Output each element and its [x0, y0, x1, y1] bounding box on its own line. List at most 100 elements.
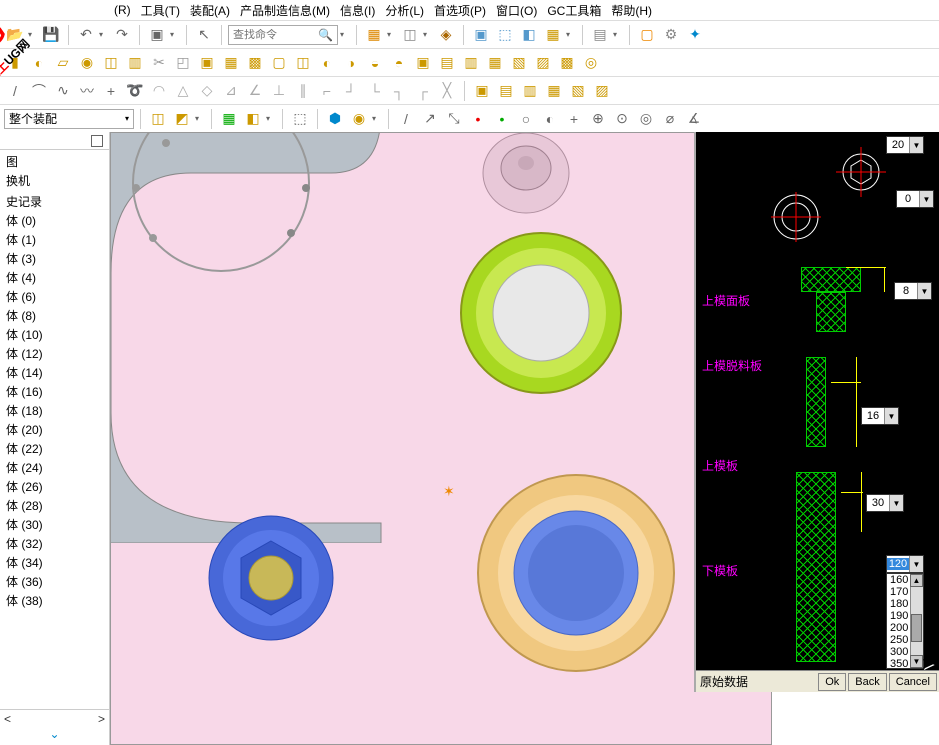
tree-item-body[interactable]: 体 (10) [2, 325, 107, 344]
g2-icon[interactable]: ▤ [495, 80, 517, 102]
g5-icon[interactable]: ▧ [567, 80, 589, 102]
dropdown-icon[interactable]: ▾ [170, 30, 180, 39]
p13-icon[interactable]: ∡ [683, 108, 705, 130]
a4-icon[interactable]: ◧ [242, 108, 264, 130]
tree-item-body[interactable]: 体 (0) [2, 211, 107, 230]
menu-r[interactable]: (R) [110, 1, 135, 19]
p2-icon[interactable]: ↗ [419, 108, 441, 130]
cube13-icon[interactable]: ▦ [484, 52, 506, 74]
curve6-icon[interactable]: ⊥ [268, 80, 290, 102]
dropdown-icon[interactable]: ▾ [99, 30, 109, 39]
menu-assembly[interactable]: 装配(A) [186, 0, 234, 20]
helix-icon[interactable]: ➰ [124, 80, 146, 102]
search-input[interactable] [233, 29, 318, 41]
shell-icon[interactable]: ◰ [172, 52, 194, 74]
collapse-chevron-icon[interactable]: ⌄ [0, 727, 109, 745]
dropdown-icon[interactable]: ▾ [372, 114, 382, 123]
param-combo-c5[interactable]: 30▼ [866, 494, 904, 512]
dropdown-icon[interactable]: ▾ [566, 30, 576, 39]
cube4-icon[interactable]: ▦ [542, 24, 564, 46]
a6-icon[interactable]: ⬢ [324, 108, 346, 130]
dropdown-icon[interactable]: ▾ [28, 30, 38, 39]
dropdown-icon[interactable]: ▼ [919, 191, 933, 207]
star-icon[interactable]: ✦ [684, 24, 706, 46]
box-icon[interactable]: ▢ [636, 24, 658, 46]
open-icon[interactable]: 📂 [4, 24, 26, 46]
cube6-icon[interactable]: ◐ [316, 52, 338, 74]
cube8-icon[interactable]: ◒ [364, 52, 386, 74]
curve2-icon[interactable]: △ [172, 80, 194, 102]
dropdown-icon[interactable]: ▼ [884, 408, 898, 424]
menu-gc-toolbox[interactable]: GC工具箱 [543, 0, 605, 20]
param-combo-c3[interactable]: 8▼ [894, 282, 932, 300]
dropdown-icon[interactable]: ▾ [195, 114, 205, 123]
tree-item-body[interactable]: 体 (6) [2, 287, 107, 306]
cube14-icon[interactable]: ▧ [508, 52, 530, 74]
dropdown-icon[interactable]: ▾ [340, 30, 350, 39]
curve10-icon[interactable]: └ [364, 80, 386, 102]
scroll-up-icon[interactable]: ▲ [910, 574, 923, 587]
scroll-left-icon[interactable]: < [4, 712, 11, 726]
param-combo-c2[interactable]: 0▼ [896, 190, 934, 208]
p6-icon[interactable]: ○ [515, 108, 537, 130]
point-icon[interactable]: + [100, 80, 122, 102]
block-icon[interactable]: ◫ [399, 24, 421, 46]
a7-icon[interactable]: ◉ [348, 108, 370, 130]
dropdown-icon[interactable]: ▾ [266, 114, 276, 123]
g6-icon[interactable]: ▨ [591, 80, 613, 102]
tree-item[interactable]: 图 [2, 152, 107, 171]
p7-icon[interactable]: ◐ [539, 108, 561, 130]
param-combo-c4[interactable]: 16▼ [861, 407, 899, 425]
tree-item-body[interactable]: 体 (22) [2, 439, 107, 458]
tree-item-body[interactable]: 体 (38) [2, 591, 107, 610]
p10-icon[interactable]: ⊙ [611, 108, 633, 130]
p12-icon[interactable]: ⌀ [659, 108, 681, 130]
curve8-icon[interactable]: ⌐ [316, 80, 338, 102]
tree-item-body[interactable]: 体 (3) [2, 249, 107, 268]
select-icon[interactable]: ↖ [193, 24, 215, 46]
param-combo-c6[interactable]: 120▼ [886, 555, 924, 573]
tree-item-body[interactable]: 体 (28) [2, 496, 107, 515]
cube4-icon[interactable]: ▢ [268, 52, 290, 74]
cube3-icon[interactable]: ◧ [518, 24, 540, 46]
layer-icon[interactable]: ▤ [589, 24, 611, 46]
cube9-icon[interactable]: ◓ [388, 52, 410, 74]
line-icon[interactable]: / [4, 80, 26, 102]
spline-icon[interactable]: 〰 [76, 80, 98, 102]
a2-icon[interactable]: ◩ [171, 108, 193, 130]
undo-icon[interactable]: ↶ [75, 24, 97, 46]
mirror-icon[interactable]: ▥ [124, 52, 146, 74]
scroll-right-icon[interactable]: > [98, 712, 105, 726]
tree-item-body[interactable]: 体 (8) [2, 306, 107, 325]
wave-icon[interactable]: ∿ [52, 80, 74, 102]
dropdown-icon[interactable]: ▾ [387, 30, 397, 39]
redo-icon[interactable]: ↷ [111, 24, 133, 46]
back-button[interactable]: Back [848, 673, 886, 691]
tree-item-body[interactable]: 体 (30) [2, 515, 107, 534]
param-dropdown-open[interactable]: 160170180190200250300350 ▲ ▼ [886, 573, 924, 669]
tree-item-body[interactable]: 体 (26) [2, 477, 107, 496]
cancel-button[interactable]: Cancel [889, 673, 937, 691]
hole-icon[interactable]: ◉ [76, 52, 98, 74]
tree-item-body[interactable]: 体 (14) [2, 363, 107, 382]
p8-icon[interactable]: + [563, 108, 585, 130]
ok-button[interactable]: Ok [818, 673, 846, 691]
cube11-icon[interactable]: ▤ [436, 52, 458, 74]
menu-tools[interactable]: 工具(T) [137, 0, 184, 20]
curve3-icon[interactable]: ◇ [196, 80, 218, 102]
param-combo-c1[interactable]: 20▼ [886, 136, 924, 154]
dropdown-icon[interactable]: ▾ [125, 114, 129, 123]
dropdown-icon[interactable]: ▾ [423, 30, 433, 39]
cube7-icon[interactable]: ◑ [340, 52, 362, 74]
a1-icon[interactable]: ◫ [147, 108, 169, 130]
tree-item-body[interactable]: 体 (18) [2, 401, 107, 420]
revolve-icon[interactable]: ◐ [28, 52, 50, 74]
curve9-icon[interactable]: ┘ [340, 80, 362, 102]
curve5-icon[interactable]: ∠ [244, 80, 266, 102]
cube2-icon[interactable]: ▦ [220, 52, 242, 74]
tree-item-body[interactable]: 体 (4) [2, 268, 107, 287]
tree-item[interactable]: 换机 [2, 171, 107, 190]
curve13-icon[interactable]: ╳ [436, 80, 458, 102]
dropdown-icon[interactable]: ▼ [909, 137, 923, 153]
cube2-icon[interactable]: ⬚ [494, 24, 516, 46]
